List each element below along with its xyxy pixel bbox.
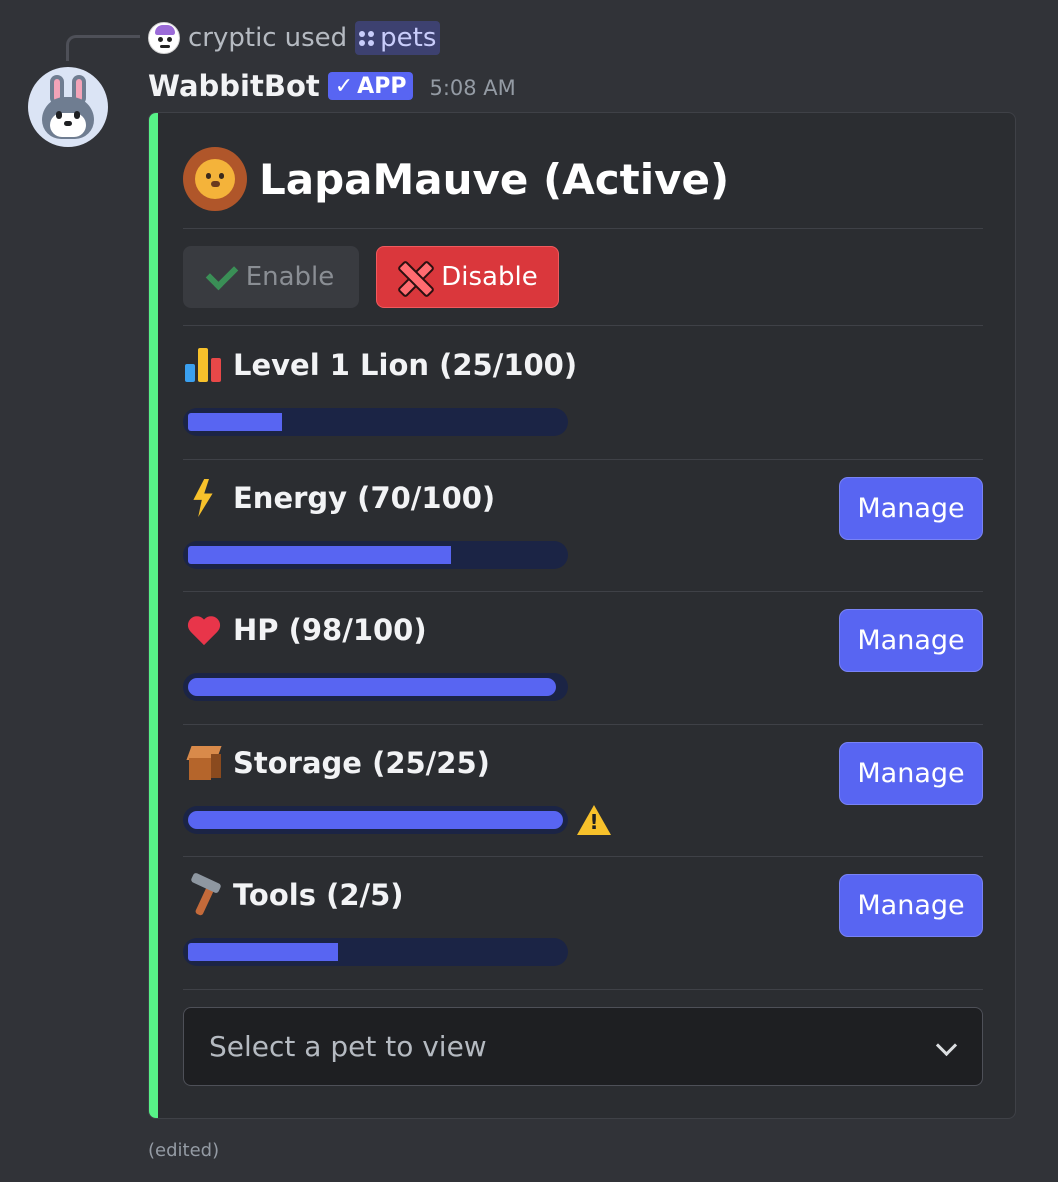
chat-message: cryptic used pets WabbitBot ✓ APP 5:08 A…	[0, 0, 1058, 1182]
divider	[183, 591, 983, 592]
manage-tools-button[interactable]: Manage	[839, 874, 983, 937]
reply-verb: used	[284, 23, 348, 53]
cross-mark-icon	[397, 260, 431, 294]
warning-icon: !	[577, 805, 611, 835]
reply-connector	[66, 35, 140, 61]
manage-energy-button[interactable]: Manage	[839, 477, 983, 540]
command-mention[interactable]: pets	[355, 21, 441, 55]
command-name: pets	[380, 23, 437, 53]
disable-button[interactable]: Disable	[376, 246, 559, 308]
verified-check-icon: ✓	[334, 73, 354, 99]
pet-select-dropdown[interactable]: Select a pet to view	[183, 1007, 983, 1086]
enable-label: Enable	[245, 262, 335, 292]
chevron-down-icon	[935, 1034, 958, 1057]
app-tag: ✓ APP	[327, 72, 414, 100]
progress-fill	[188, 811, 563, 829]
progress-fill	[188, 943, 338, 961]
replier-avatar[interactable]	[148, 22, 180, 54]
box-icon	[183, 742, 225, 784]
lightning-icon	[183, 477, 225, 519]
stat-text: Storage (25/25)	[233, 746, 490, 780]
manage-hp-button[interactable]: Manage	[839, 609, 983, 672]
embed: LapaMauve (Active) Enable Disable Level …	[148, 112, 1016, 1119]
stat-text: Tools (2/5)	[233, 878, 404, 912]
divider	[183, 989, 983, 990]
embed-accent-bar	[149, 113, 158, 1118]
timestamp[interactable]: 5:08 AM	[429, 76, 515, 100]
divider	[183, 459, 983, 460]
bar-chart-icon	[183, 344, 225, 386]
energy-progress-bar	[183, 541, 568, 569]
divider	[183, 724, 983, 725]
embed-title-row: LapaMauve (Active)	[183, 147, 729, 211]
hp-progress-bar	[183, 673, 568, 701]
stat-text: Energy (70/100)	[233, 481, 496, 515]
tools-progress-bar	[183, 938, 568, 966]
divider	[183, 228, 983, 229]
app-tag-label: APP	[357, 73, 407, 99]
select-placeholder: Select a pet to view	[209, 1030, 487, 1063]
divider	[183, 325, 983, 326]
level-progress-bar	[183, 408, 568, 436]
stat-text: HP (98/100)	[233, 613, 427, 647]
enable-button[interactable]: Enable	[183, 246, 359, 308]
reply-context[interactable]: cryptic used pets	[148, 21, 441, 55]
progress-fill	[188, 678, 556, 696]
storage-progress-bar	[183, 806, 568, 834]
stat-label-tools: Tools (2/5)	[183, 872, 404, 917]
bot-avatar[interactable]	[28, 67, 108, 147]
message-header: WabbitBot ✓ APP 5:08 AM	[148, 68, 516, 104]
divider	[183, 856, 983, 857]
lion-face-icon	[183, 147, 247, 211]
replier-name[interactable]: cryptic	[188, 23, 277, 53]
heart-icon	[183, 609, 225, 651]
author-name[interactable]: WabbitBot	[148, 69, 320, 103]
progress-fill	[188, 546, 451, 564]
stat-label-energy: Energy (70/100)	[183, 477, 495, 519]
command-icon	[359, 30, 375, 46]
edited-indicator: (edited)	[148, 1140, 220, 1161]
embed-title: LapaMauve (Active)	[259, 154, 730, 204]
manage-storage-button[interactable]: Manage	[839, 742, 983, 805]
stat-text: Level 1 Lion (25/100)	[233, 348, 578, 382]
stat-label-hp: HP (98/100)	[183, 609, 427, 651]
hammer-icon	[183, 872, 225, 917]
stat-label-storage: Storage (25/25)	[183, 742, 490, 784]
disable-label: Disable	[441, 262, 538, 292]
check-mark-icon	[205, 257, 238, 291]
stat-label-level: Level 1 Lion (25/100)	[183, 344, 577, 386]
progress-fill	[188, 413, 282, 431]
